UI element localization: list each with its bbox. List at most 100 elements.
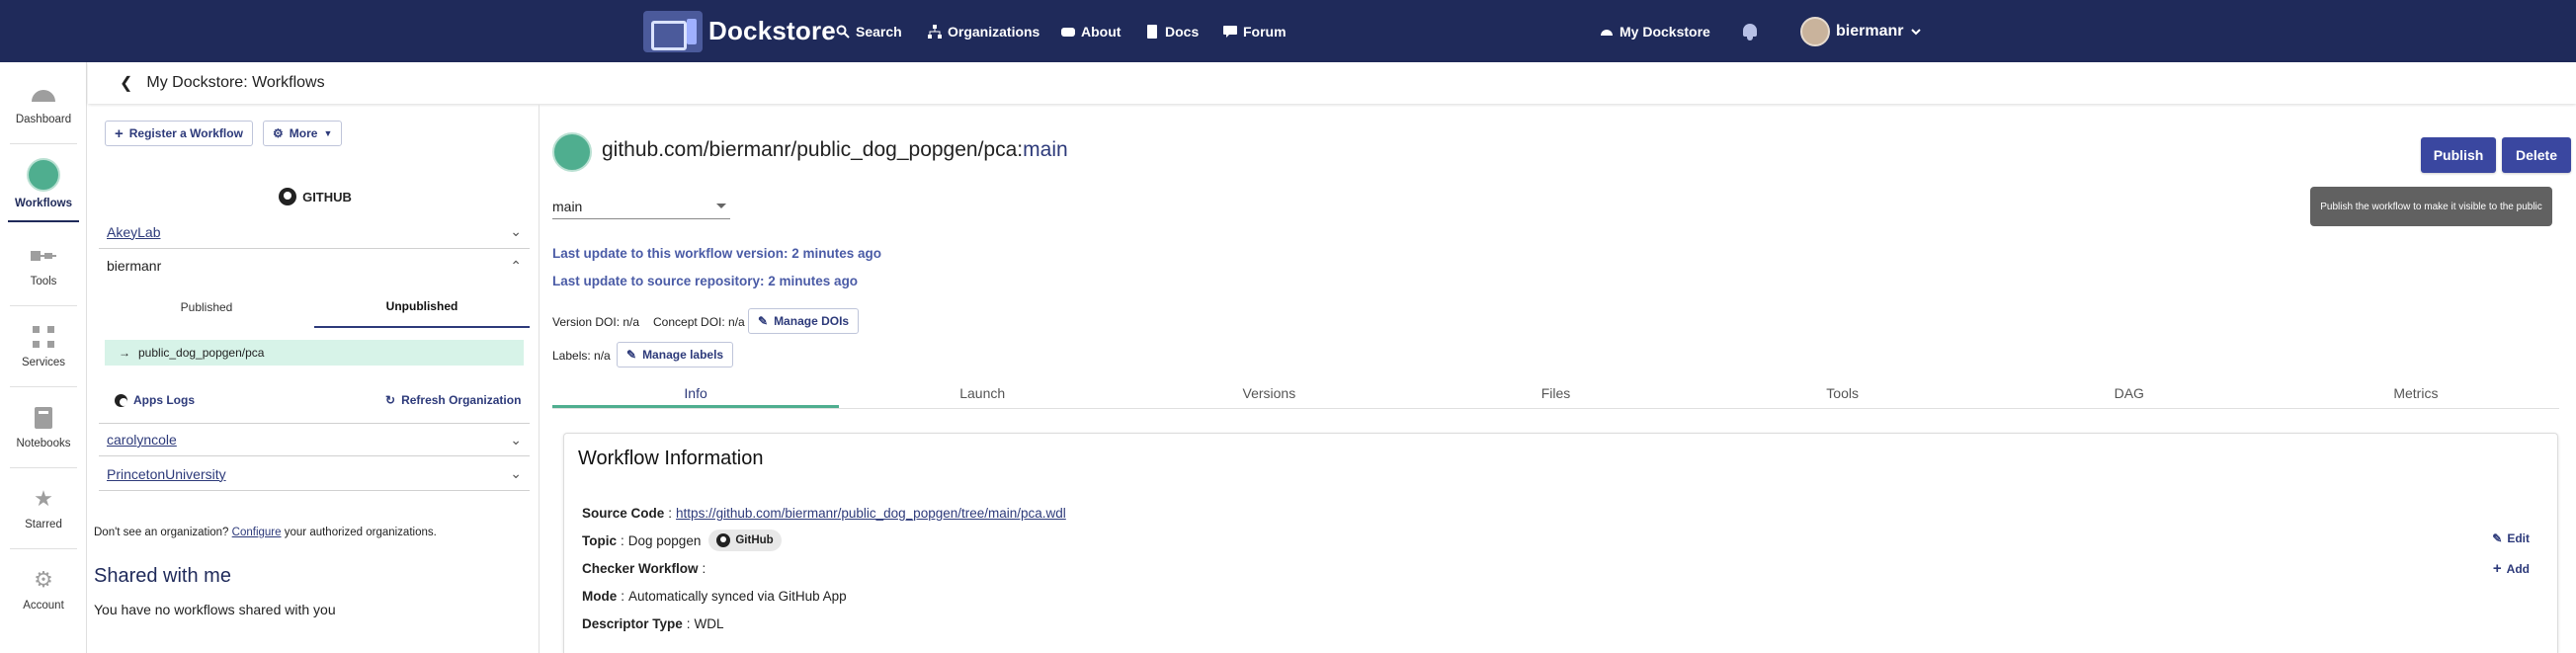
rail-notebooks[interactable]: Notebooks [0, 386, 87, 467]
tab-dag[interactable]: DAG [1986, 381, 2273, 408]
tab-launch[interactable]: Launch [839, 381, 1125, 408]
dockstore-logo[interactable]: Dockstore [643, 0, 836, 62]
bell-icon [1742, 22, 1758, 41]
chevron-down-icon [1911, 28, 1922, 35]
gear-icon: ⚙ [273, 126, 284, 140]
chevron-down-icon: ⌄ [510, 465, 522, 481]
plus-icon: + [115, 124, 124, 142]
organizations-icon [928, 24, 942, 39]
docs-icon [1147, 24, 1157, 39]
avatar [1800, 16, 1830, 46]
services-icon [30, 323, 57, 351]
left-rail: Dashboard Workflows Tools Services Noteb… [0, 62, 87, 653]
pencil-icon: ✎ [2492, 531, 2503, 545]
github-icon [716, 533, 731, 547]
org-row-carolyncole[interactable]: carolyncole ⌄ [99, 423, 530, 456]
nav-organizations[interactable]: Organizations [928, 0, 1039, 62]
last-update-version: Last update to this workflow version: 2 … [552, 246, 882, 261]
pencil-icon: ✎ [758, 314, 769, 328]
source-code-row: Source Code: https://github.com/biermanr… [582, 506, 1066, 521]
about-icon [1061, 27, 1075, 37]
version-select[interactable]: main [552, 194, 730, 219]
nav-my-dockstore[interactable]: My Dockstore [1600, 0, 1710, 62]
breadcrumb: ❮ My Dockstore: Workflows [88, 62, 2576, 104]
more-button[interactable]: ⚙ More ▼ [263, 121, 343, 146]
descriptor-type-row: Descriptor Type: WDL [582, 616, 724, 631]
source-code-link[interactable]: https://github.com/biermanr/public_dog_p… [676, 506, 1066, 521]
workflow-list-item[interactable]: → public_dog_popgen/pca [105, 340, 524, 366]
github-icon [279, 188, 297, 205]
shared-empty-text: You have no workflows shared with you [94, 602, 336, 617]
tab-metrics[interactable]: Metrics [2273, 381, 2559, 408]
edit-topic-button[interactable]: ✎ Edit [2492, 531, 2530, 545]
tab-versions[interactable]: Versions [1125, 381, 1412, 408]
nav-search[interactable]: Search [836, 0, 902, 62]
pencil-icon: ✎ [626, 348, 637, 362]
tools-icon [30, 242, 57, 270]
last-update-repo: Last update to source repository: 2 minu… [552, 274, 859, 288]
register-workflow-button[interactable]: + Register a Workflow [105, 121, 253, 146]
publish-tooltip: Publish the workflow to make it visible … [2310, 187, 2552, 226]
nav-forum[interactable]: Forum [1223, 0, 1287, 62]
workflow-detail: github.com/biermanr/public_dog_popgen/pc… [540, 105, 2576, 653]
workflows-icon [27, 158, 60, 192]
notifications-button[interactable] [1742, 0, 1758, 62]
org-row-biermanr[interactable]: biermanr ⌃ [99, 249, 530, 283]
org-help-text: Don't see an organization? Configure you… [94, 527, 437, 538]
publish-subtabs: Published Unpublished [99, 286, 530, 328]
dockstore-logo-icon [643, 10, 703, 52]
rail-tools[interactable]: Tools [0, 224, 87, 305]
gear-icon: ⚙ [34, 567, 53, 592]
org-row-princetonuniversity[interactable]: PrincetonUniversity ⌄ [99, 457, 530, 491]
workflow-icon [552, 132, 592, 172]
checker-workflow-row: Checker Workflow: [582, 561, 706, 576]
chevron-up-icon: ⌃ [510, 257, 522, 274]
chevron-down-icon: ⌄ [510, 223, 522, 239]
version-doi: Version DOI: n/a [552, 315, 640, 329]
org-row-akeylab[interactable]: AkeyLab ⌄ [99, 215, 530, 249]
github-icon [115, 393, 127, 407]
search-icon [836, 25, 850, 39]
arrow-right-icon: → [119, 346, 130, 360]
workflow-title: github.com/biermanr/public_dog_popgen/pc… [602, 138, 1068, 161]
topic-source-tag: GitHub [708, 530, 782, 551]
plus-icon: + [2492, 560, 2502, 577]
refresh-icon: ↻ [385, 393, 396, 407]
workflow-list-panel: + Register a Workflow ⚙ More ▼ GITHUB Ak… [91, 105, 540, 653]
nav-about[interactable]: About [1061, 0, 1121, 62]
dashboard-icon [1601, 29, 1613, 36]
forum-icon [1223, 25, 1237, 38]
nav-docs[interactable]: Docs [1145, 0, 1199, 62]
rail-account[interactable]: ⚙ Account [0, 548, 87, 629]
workflow-information-card: Workflow Information Source Code: https:… [563, 433, 2558, 653]
page-title: My Dockstore: Workflows [146, 74, 325, 91]
delete-button[interactable]: Delete [2502, 137, 2571, 173]
detail-tabs: Info Launch Versions Files Tools DAG Met… [552, 381, 2559, 409]
rail-dashboard[interactable]: Dashboard [0, 62, 87, 143]
manage-labels-button[interactable]: ✎ Manage labels [617, 342, 734, 367]
tab-files[interactable]: Files [1412, 381, 1699, 408]
topic-row: Topic: Dog popgen GitHub [582, 530, 782, 551]
publish-button[interactable]: Publish [2421, 137, 2496, 173]
manage-dois-button[interactable]: ✎ Manage DOIs [748, 308, 860, 334]
chevron-down-icon: ⌄ [510, 431, 522, 448]
user-menu[interactable]: biermanr [1800, 0, 1923, 62]
tab-published[interactable]: Published [99, 286, 314, 328]
add-checker-button[interactable]: + Add [2493, 560, 2530, 577]
mode-row: Mode: Automatically synced via GitHub Ap… [582, 589, 847, 604]
source-heading: GITHUB [91, 188, 540, 205]
labels-text: Labels: n/a [552, 349, 611, 363]
refresh-organization-button[interactable]: ↻ Refresh Organization [385, 393, 521, 407]
apps-logs-button[interactable]: Apps Logs [115, 393, 195, 407]
back-arrow-icon[interactable]: ❮ [120, 73, 132, 93]
rail-services[interactable]: Services [0, 305, 87, 386]
rail-workflows[interactable]: Workflows [0, 143, 87, 224]
rail-starred[interactable]: ★ Starred [0, 467, 87, 548]
caret-down-icon: ▼ [323, 128, 333, 138]
tab-tools[interactable]: Tools [1700, 381, 1986, 408]
dashboard-icon [30, 80, 57, 108]
configure-link[interactable]: Configure [232, 527, 282, 538]
tab-unpublished[interactable]: Unpublished [314, 286, 530, 328]
concept-doi: Concept DOI: n/a [653, 315, 745, 329]
tab-info[interactable]: Info [552, 381, 840, 408]
